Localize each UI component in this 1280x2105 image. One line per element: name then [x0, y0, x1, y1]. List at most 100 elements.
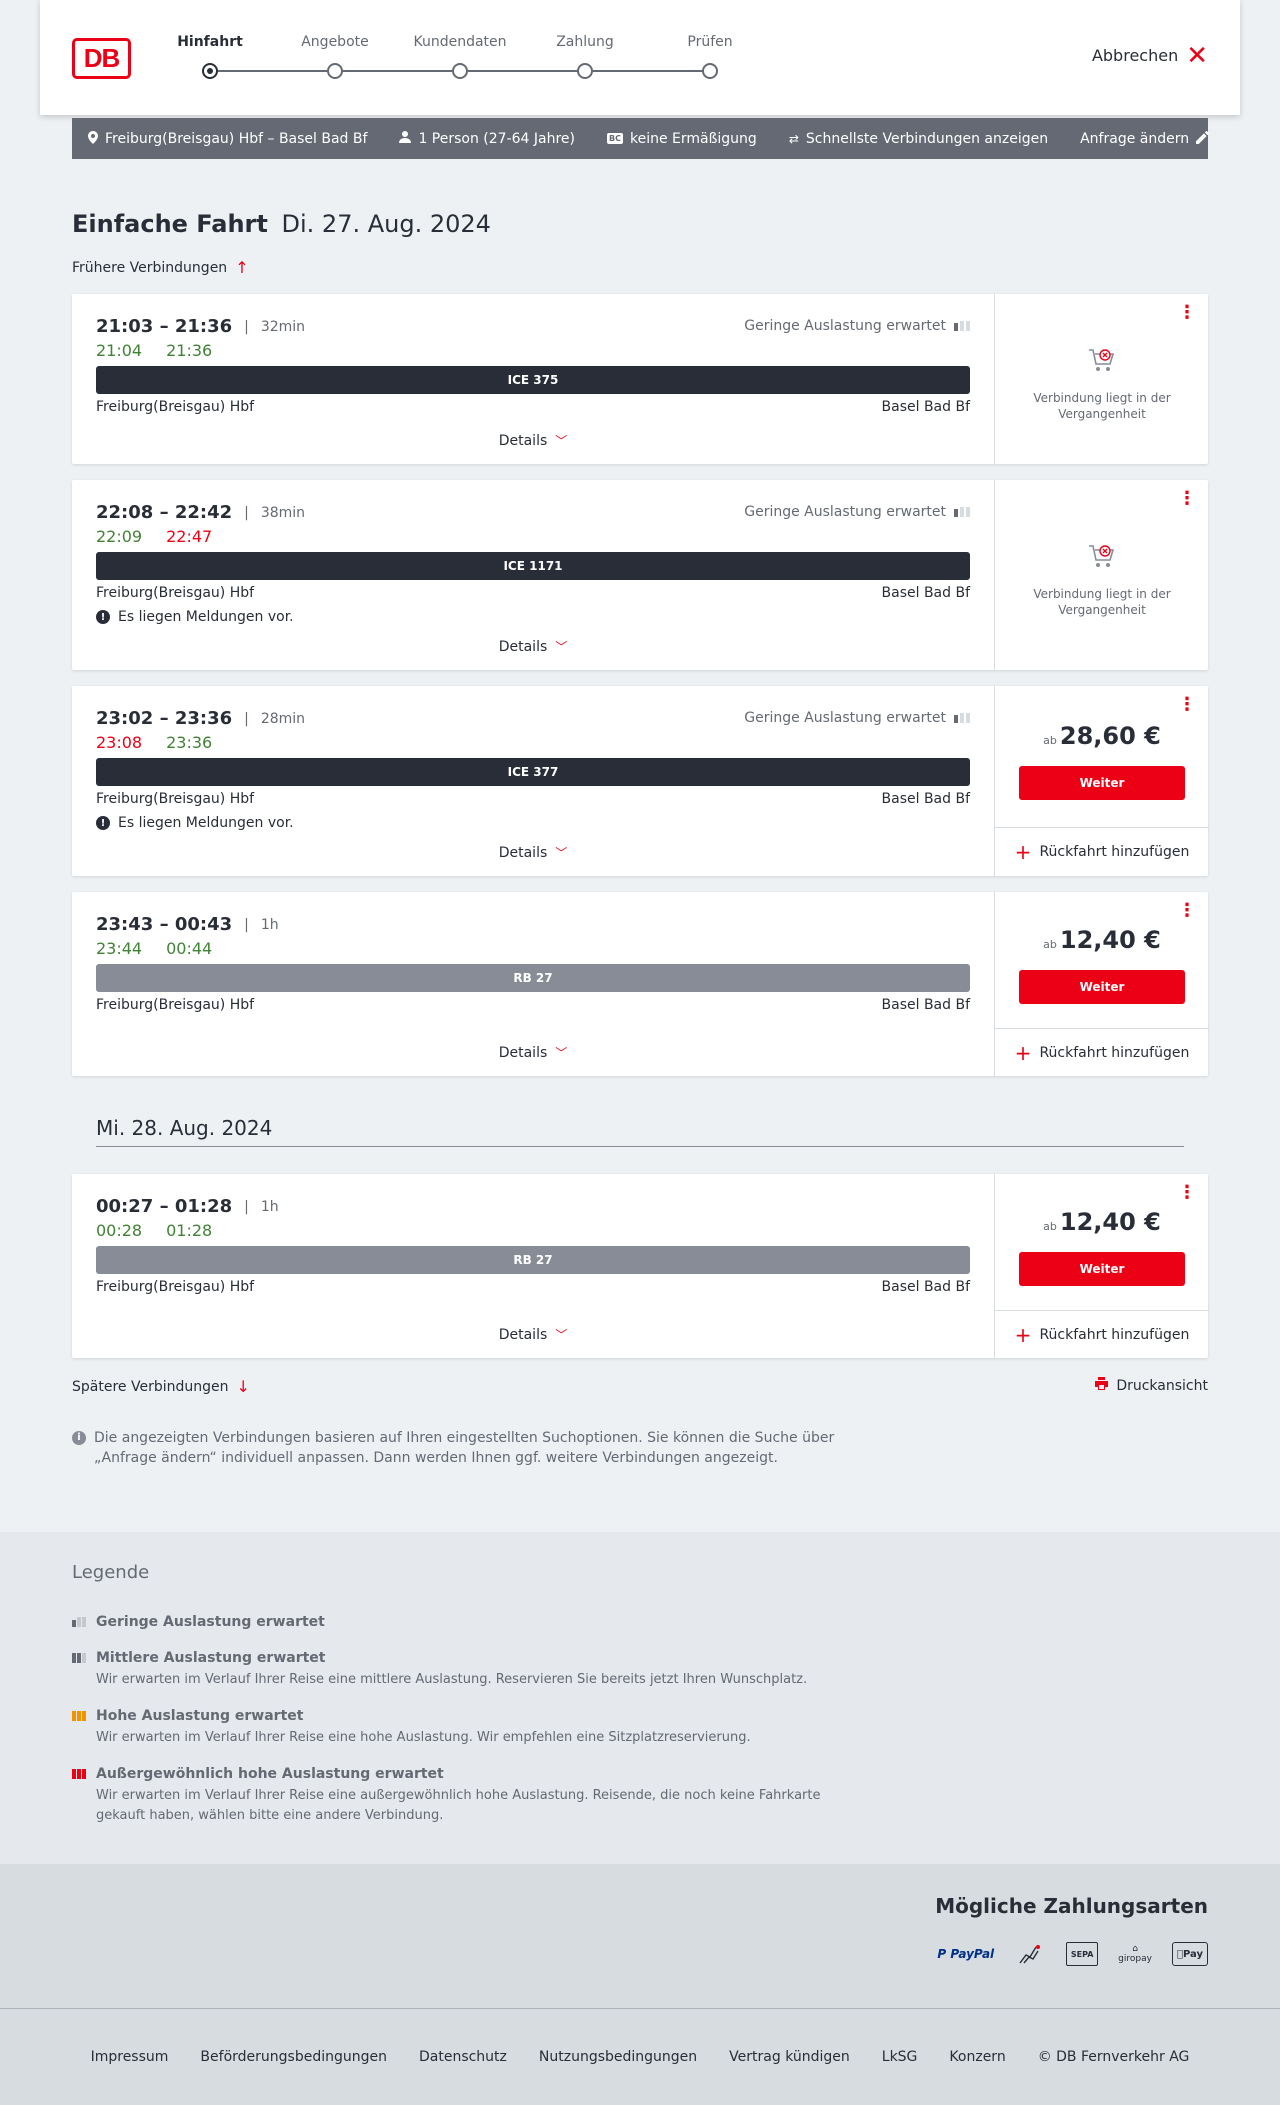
details-toggle[interactable]: Details ﹀	[96, 432, 970, 449]
train-bar[interactable]: ICE 377	[96, 758, 970, 786]
occupancy-low-icon	[72, 1617, 88, 1627]
footer-link-befoerderung[interactable]: Beförderungsbedingungen	[200, 2049, 387, 2065]
discount-text: keine Ermäßigung	[629, 130, 757, 147]
arrival-station: Basel Bad Bf	[881, 585, 970, 601]
add-return-button[interactable]: + Rückfahrt hinzufügen	[995, 827, 1209, 876]
planned-time-range: 23:02 – 23:36	[96, 708, 233, 729]
planned-time-range: 22:08 – 22:42	[96, 502, 233, 523]
disruption-message: ! Es liegen Meldungen vor.	[96, 815, 294, 831]
duration: 32min	[260, 318, 306, 335]
search-info-note: i Die angezeigten Verbindungen basieren …	[72, 1428, 852, 1468]
separator: |	[244, 318, 249, 335]
connection-card: 22:08 – 22:42 | 38min 22:09 22:47 Gering…	[72, 480, 1208, 670]
occupancy-label: Geringe Auslastung erwartet	[744, 318, 946, 334]
footer-link-lksg[interactable]: LkSG	[882, 2049, 918, 2065]
giropay-icon: ⌂ giropay	[1118, 1942, 1152, 1966]
add-return-button[interactable]: + Rückfahrt hinzufügen	[995, 1028, 1209, 1076]
details-label: Details	[498, 638, 548, 655]
footer-link-vertrag-kuendigen[interactable]: Vertrag kündigen	[729, 2049, 850, 2065]
cancel-button[interactable]: Abbrechen ✕	[1092, 40, 1208, 71]
details-label: Details	[498, 844, 548, 861]
print-view-link[interactable]: Druckansicht	[1095, 1377, 1208, 1394]
add-return-button[interactable]: + Rückfahrt hinzufügen	[995, 1310, 1209, 1358]
realtime-arrival: 00:44	[166, 939, 213, 958]
train-bar[interactable]: RB 27	[96, 1246, 970, 1274]
arrival-station: Basel Bad Bf	[881, 997, 970, 1013]
connection-main: 00:27 – 01:28 | 1h 00:28 01:28 RB 27 Fre…	[96, 1174, 970, 1358]
continue-button[interactable]: Weiter	[1019, 970, 1185, 1004]
header: DB Hinfahrt Angebote Kundendaten Zahlung…	[40, 0, 1240, 115]
duration: 1h	[260, 916, 279, 933]
step-pruefen: Prüfen	[650, 34, 770, 79]
edit-search-button[interactable]: Anfrage ändern	[1080, 130, 1210, 147]
later-connections-link[interactable]: Spätere Verbindungen ↓	[72, 1377, 250, 1396]
occupancy-info: Geringe Auslastung erwartet	[744, 504, 970, 520]
footer-link-datenschutz[interactable]: Datenschutz	[419, 2049, 507, 2065]
traveller-summary: 1 Person (27-64 Jahre)	[399, 131, 575, 147]
train-bar[interactable]: ICE 375	[96, 366, 970, 394]
connection-main: 22:08 – 22:42 | 38min 22:09 22:47 Gering…	[96, 480, 970, 670]
offer-panel: ⋮ Verbindung liegt in der Vergangenheit	[994, 480, 1208, 670]
train-bar[interactable]: RB 27	[96, 964, 970, 992]
offer-panel: ⋮ Verbindung liegt in der Vergangenheit	[994, 294, 1208, 464]
continue-button[interactable]: Weiter	[1019, 766, 1185, 800]
continue-button[interactable]: Weiter	[1019, 1252, 1185, 1286]
apple-pay-icon: Pay	[1171, 1942, 1208, 1966]
more-options-icon[interactable]: ⋮	[1178, 490, 1196, 508]
footer-link-impressum[interactable]: Impressum	[91, 2049, 169, 2065]
planned-times: 21:03 – 21:36 | 32min	[96, 316, 305, 337]
price: ab 28,60 €	[995, 722, 1209, 750]
details-toggle[interactable]: Details ﹀	[96, 638, 970, 655]
edit-search-label: Anfrage ändern	[1080, 130, 1190, 147]
more-options-icon[interactable]: ⋮	[1178, 902, 1196, 920]
arrival-station: Basel Bad Bf	[881, 791, 970, 807]
payment-methods: Mögliche Zahlungsarten P PayPal SEPA ⌂ gi…	[0, 1864, 1280, 2008]
arrival-station: Basel Bad Bf	[881, 399, 970, 415]
close-icon: ✕	[1186, 40, 1208, 71]
footer-link-nutzung[interactable]: Nutzungsbedingungen	[539, 2049, 697, 2065]
realtime-departure: 22:09	[96, 527, 143, 546]
occupancy-low-icon	[954, 507, 970, 517]
legend-item-high: Hohe Auslastung erwartet Wir erwarten im…	[72, 1708, 852, 1748]
past-connection-note: Verbindung liegt in der Vergangenheit	[1033, 391, 1171, 421]
realtime-departure: 00:28	[96, 1221, 143, 1240]
train-bar[interactable]: ICE 1171	[96, 552, 970, 580]
more-options-icon[interactable]: ⋮	[1178, 696, 1196, 714]
footer: Impressum Beförderungsbedingungen Datens…	[0, 2008, 1280, 2105]
printer-icon	[1095, 1377, 1109, 1394]
footer-link-konzern[interactable]: Konzern	[949, 2049, 1005, 2065]
step-kundendaten: Kundendaten	[400, 34, 520, 79]
more-options-icon[interactable]: ⋮	[1178, 1184, 1196, 1202]
route-text: Freiburg(Breisgau) Hbf – Basel Bad Bf	[105, 130, 368, 147]
alert-icon: !	[96, 610, 110, 624]
copyright: © DB Fernverkehr AG	[1037, 2049, 1190, 2065]
add-return-label: Rückfahrt hinzufügen	[1039, 1044, 1190, 1061]
details-toggle[interactable]: Details ﹀	[96, 844, 970, 861]
connection-card: 00:27 – 01:28 | 1h 00:28 01:28 RB 27 Fre…	[72, 1174, 1209, 1358]
earlier-connections-link[interactable]: Frühere Verbindungen ↑	[72, 258, 249, 277]
details-toggle[interactable]: Details ﹀	[96, 1326, 970, 1343]
step-dot	[577, 63, 593, 79]
fastest-toggle[interactable]: ⇄ Schnellste Verbindungen anzeigen	[789, 131, 1048, 147]
realtime-departure: 21:04	[96, 341, 143, 360]
planned-time-range: 21:03 – 21:36	[96, 316, 233, 337]
step-label: Prüfen	[687, 34, 733, 50]
arrow-up-icon: ↑	[235, 258, 249, 277]
details-toggle[interactable]: Details ﹀	[96, 1044, 970, 1061]
legend-item-title: Mittlere Auslastung erwartet	[96, 1650, 326, 1666]
duration: 1h	[260, 1198, 279, 1215]
price-value: 12,40 €	[1059, 1208, 1161, 1236]
occupancy-high-icon	[72, 1711, 88, 1721]
traveller-text: 1 Person (27-64 Jahre)	[418, 130, 575, 147]
step-dot	[702, 63, 718, 79]
db-logo[interactable]: DB	[72, 38, 131, 79]
more-options-icon[interactable]: ⋮	[1178, 304, 1196, 322]
occupancy-medium-icon	[72, 1653, 88, 1663]
cart-unavailable-icon	[1085, 542, 1117, 570]
legend-item-medium: Mittlere Auslastung erwartet Wir erwarte…	[72, 1650, 852, 1690]
realtime-times: 23:08 23:36	[96, 733, 212, 752]
sepa-icon: SEPA	[1066, 1942, 1099, 1966]
planned-time-range: 23:43 – 00:43	[96, 914, 233, 935]
later-label: Spätere Verbindungen	[72, 1378, 229, 1395]
separator: |	[244, 916, 249, 933]
